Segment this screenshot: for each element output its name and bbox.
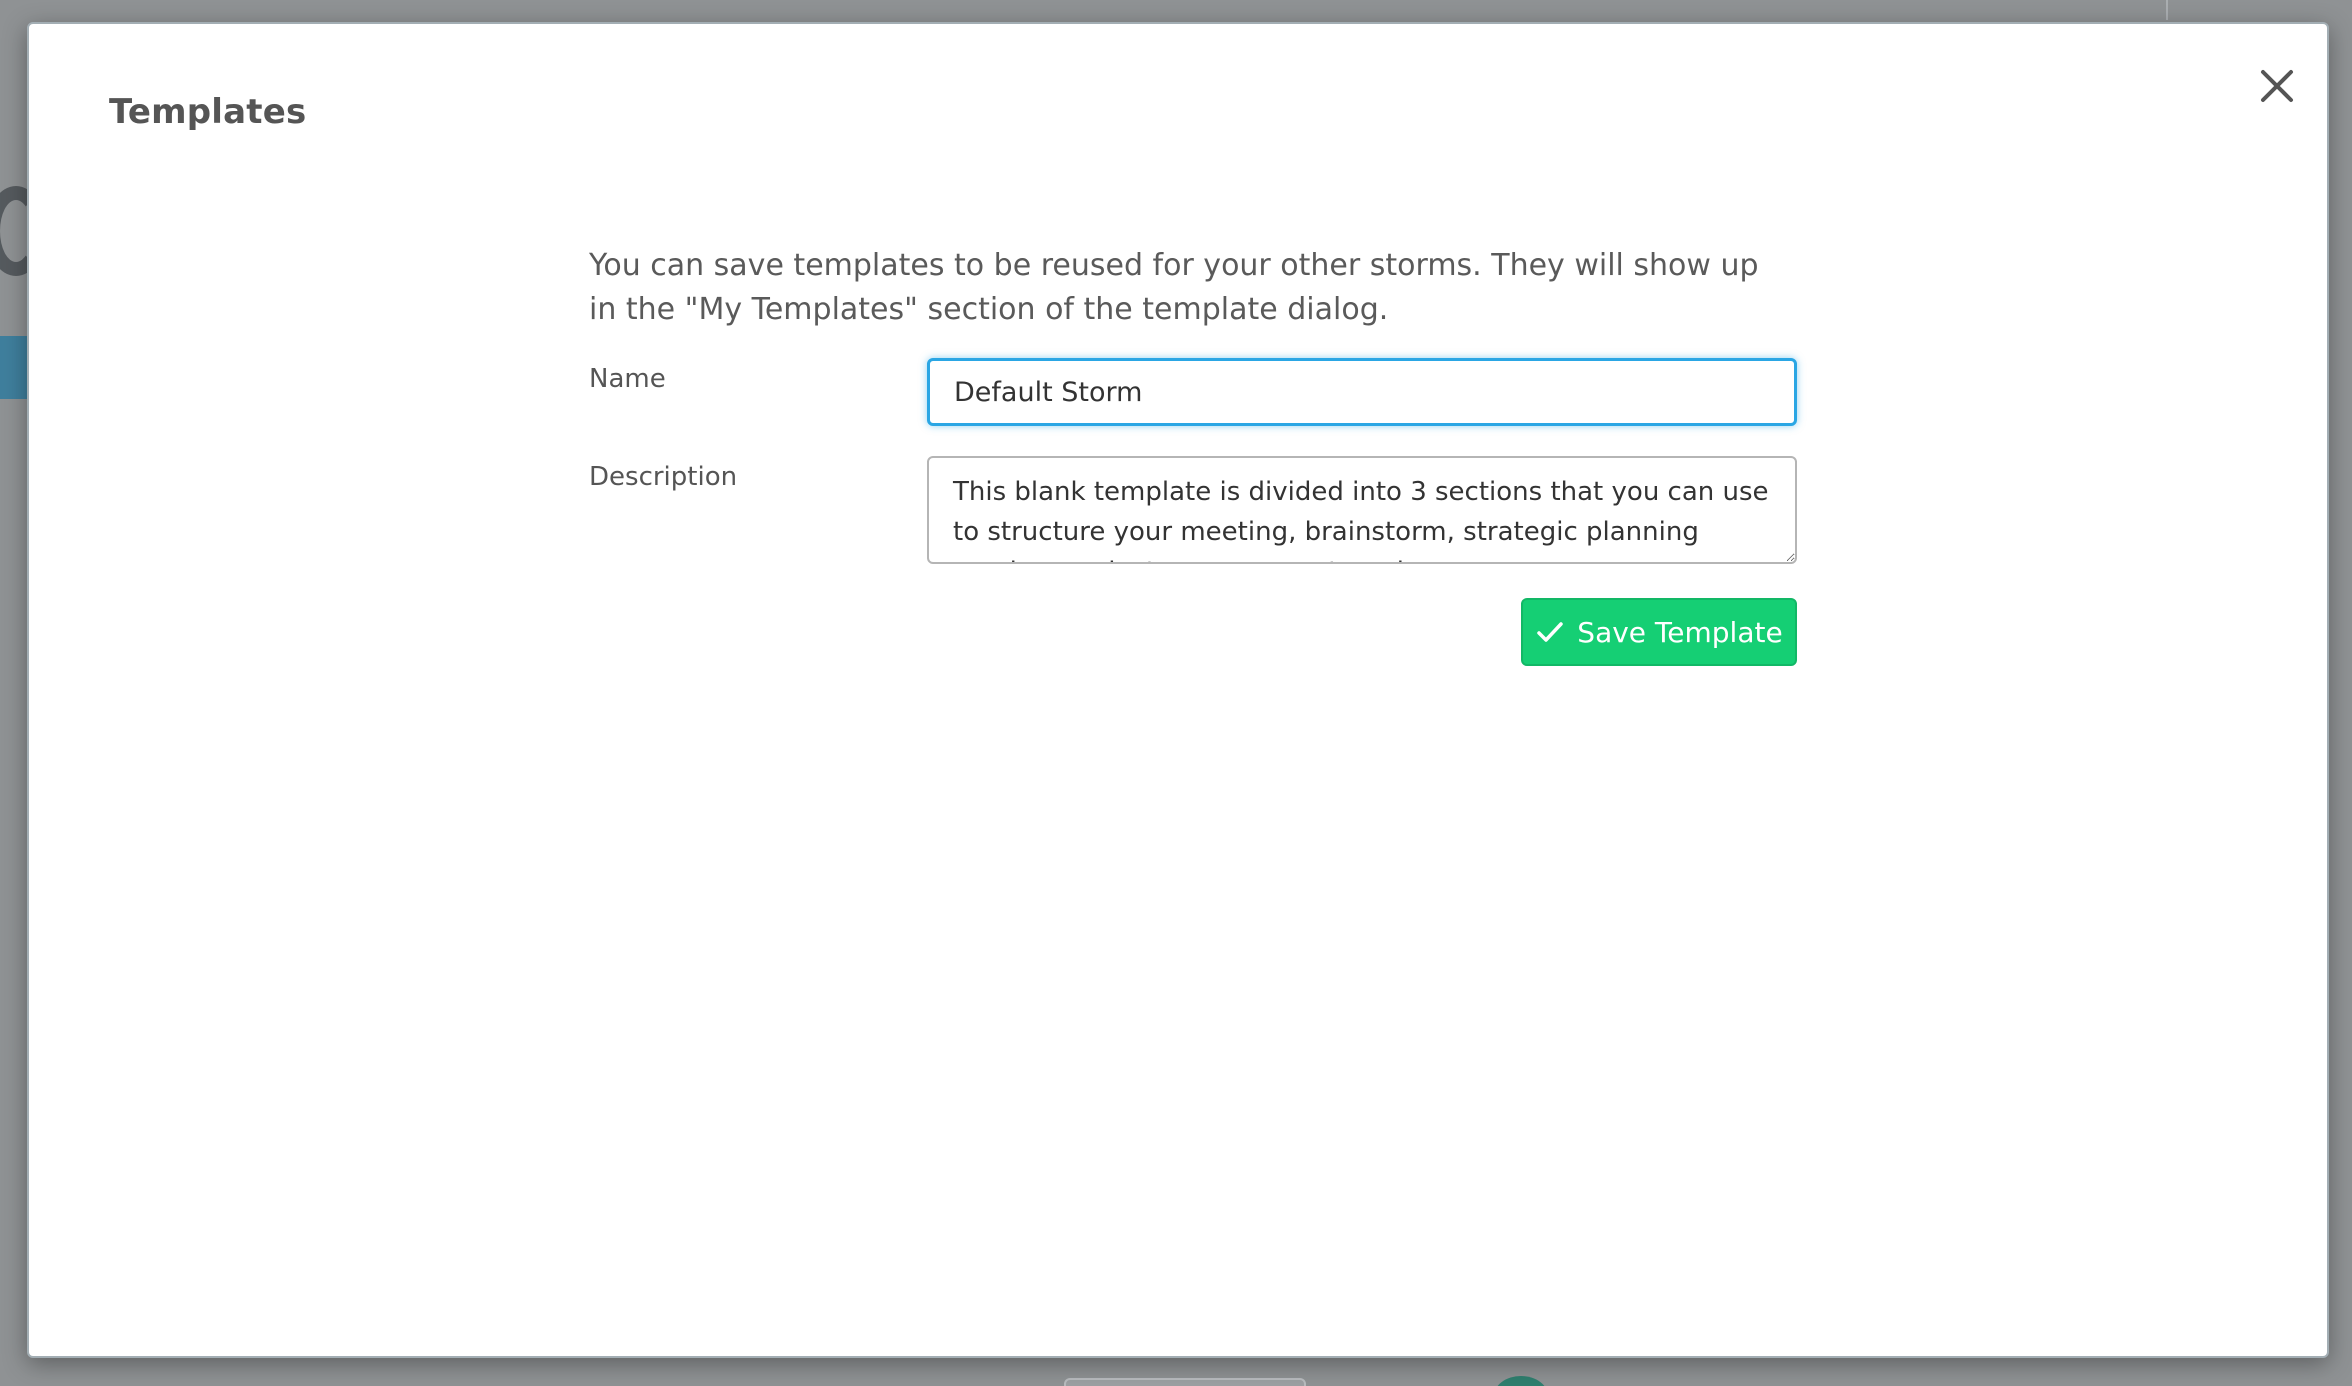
save-template-button[interactable]: Save Template xyxy=(1521,598,1797,666)
templates-modal: Templates You can save templates to be r… xyxy=(27,22,2329,1358)
description-textarea[interactable]: This blank template is divided into 3 se… xyxy=(927,456,1797,564)
modal-title: Templates xyxy=(109,92,307,132)
background-app-tab xyxy=(1064,1378,1306,1386)
background-app-avatar xyxy=(1494,1376,1548,1386)
background-app-sidebar-bar xyxy=(0,336,27,399)
save-row: Save Template xyxy=(589,598,1797,668)
description-label: Description xyxy=(589,462,738,492)
close-button[interactable] xyxy=(2251,60,2303,112)
template-form: You can save templates to be reused for … xyxy=(589,244,1797,668)
name-input[interactable] xyxy=(927,358,1797,426)
intro-text: You can save templates to be reused for … xyxy=(589,248,1759,327)
description-row: Description This blank template is divid… xyxy=(589,456,1797,568)
name-label: Name xyxy=(589,364,666,394)
background-app-divider xyxy=(2166,0,2168,20)
name-row: Name xyxy=(589,358,1797,428)
save-template-label: Save Template xyxy=(1577,615,1783,649)
check-icon xyxy=(1537,622,1564,642)
close-icon xyxy=(2261,70,2293,102)
